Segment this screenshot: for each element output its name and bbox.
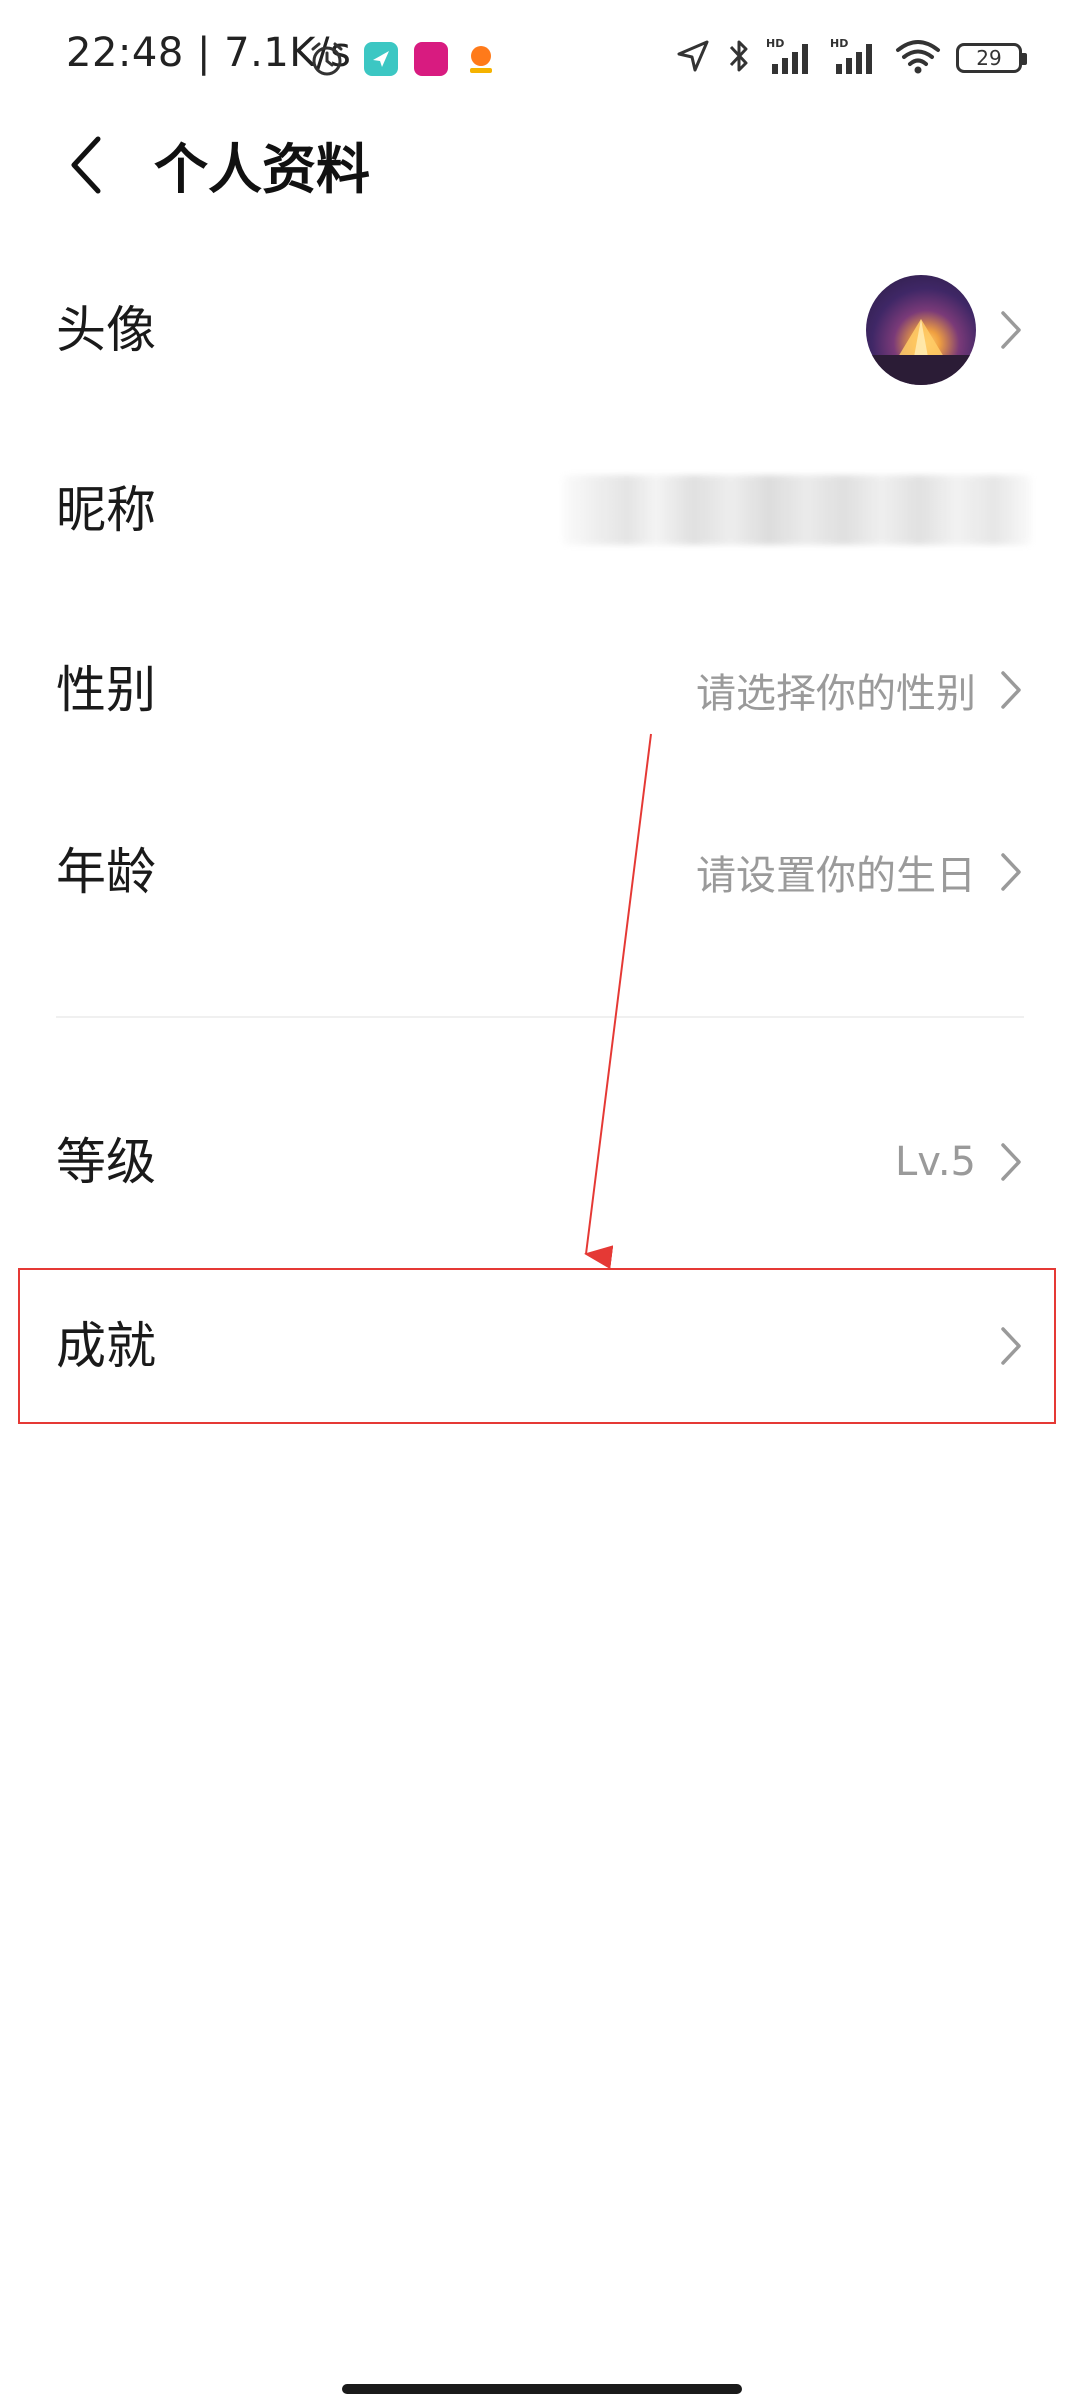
row-avatar[interactable]: 头像	[0, 240, 1080, 420]
row-right: Lv.5	[895, 1072, 1024, 1252]
app-orange-icon	[464, 42, 498, 76]
title-bar: 个人资料	[0, 110, 1080, 230]
page-title: 个人资料	[154, 138, 370, 201]
status-bar: 22:48 | 7.1K/s HD HD 29	[0, 0, 1080, 118]
battery-icon: 29	[956, 43, 1027, 73]
wifi-icon	[894, 36, 942, 80]
row-label: 昵称	[56, 481, 156, 539]
status-right-icons: HD HD 29	[674, 34, 1027, 82]
row-value: Lv.5	[894, 1139, 976, 1185]
bluetooth-icon	[726, 36, 752, 80]
row-label: 等级	[56, 1133, 156, 1191]
section-divider	[56, 1016, 1024, 1018]
chevron-right-icon	[998, 667, 1024, 713]
row-label: 成就	[56, 1317, 156, 1375]
row-right	[866, 240, 1024, 420]
location-icon	[674, 37, 712, 79]
row-label: 性别	[56, 661, 156, 719]
avatar	[866, 275, 976, 385]
row-value: 请设置你的生日	[696, 853, 976, 899]
alarm-icon	[308, 40, 343, 76]
row-label: 头像	[56, 301, 156, 359]
row-nickname[interactable]: 昵称	[0, 420, 1080, 600]
row-achievements[interactable]: 成就	[0, 1256, 1080, 1436]
row-label: 年龄	[56, 843, 156, 901]
row-age[interactable]: 年龄 请设置你的生日	[0, 782, 1080, 962]
row-gender[interactable]: 性别 请选择你的性别	[0, 600, 1080, 780]
app-send-icon	[364, 42, 398, 76]
app-vip-icon	[414, 42, 448, 76]
svg-text:HD: HD	[766, 37, 784, 50]
row-right	[562, 420, 1032, 600]
chevron-left-icon	[66, 133, 106, 201]
chevron-right-icon	[998, 849, 1024, 895]
chevron-right-icon	[998, 1323, 1024, 1369]
home-indicator[interactable]	[342, 2384, 742, 2394]
row-right: 请选择你的性别	[696, 600, 1024, 780]
signal-hd-icon: HD	[766, 36, 816, 80]
row-value: 请选择你的性别	[696, 671, 976, 717]
chevron-right-icon	[998, 1139, 1024, 1185]
row-right: 请设置你的生日	[696, 782, 1024, 962]
signal-hd-icon: HD	[830, 36, 880, 80]
nickname-value-blurred	[562, 475, 1032, 545]
svg-text:HD: HD	[830, 37, 848, 50]
back-button[interactable]	[56, 122, 116, 212]
row-right	[998, 1256, 1024, 1436]
row-level[interactable]: 等级 Lv.5	[0, 1072, 1080, 1252]
chevron-right-icon	[998, 307, 1024, 353]
